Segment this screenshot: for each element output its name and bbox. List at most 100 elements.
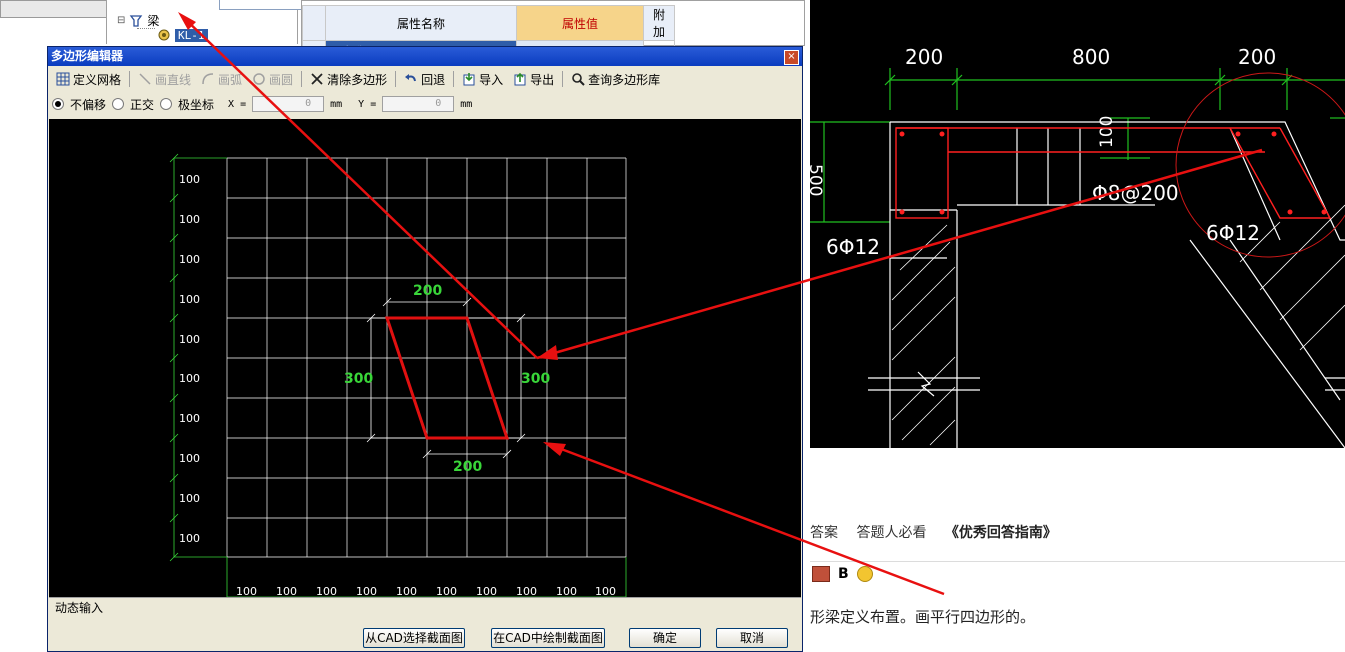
grid-col-label: 100 — [236, 585, 257, 597]
emoji-icon[interactable] — [856, 566, 873, 582]
close-button[interactable]: × — [784, 50, 799, 65]
collapse-icon[interactable]: ⊟ — [117, 15, 125, 26]
property-grid: 属性名称 属性值 附加 1 名称 KL-1 — [301, 0, 805, 62]
link-must-read[interactable]: 答题人必看 — [856, 525, 926, 541]
beam-folder-icon — [130, 14, 143, 27]
query-library-button[interactable]: 查询多边形库 — [567, 69, 664, 89]
clear-polygon-button[interactable]: 清除多边形 — [306, 69, 391, 89]
tree-item-label: KL-1 — [175, 28, 208, 42]
grid-row-label: 100 — [179, 333, 200, 346]
cad-rebar-red — [895, 72, 1345, 258]
clear-x-icon — [311, 73, 323, 85]
cad-rebar-label: 6Φ12 — [1206, 221, 1260, 245]
cad-stirrup-label: Φ8@200 — [1092, 181, 1179, 205]
header-index-cell — [302, 5, 326, 41]
component-gear-icon — [158, 29, 170, 41]
x-label: X = — [228, 98, 247, 110]
grid-col-labels: 100 100 100 100 100 100 100 100 100 100 — [236, 585, 616, 598]
toolbar-separator — [129, 71, 131, 87]
editor-toolbar-main: 定义网格 画直线 画弧 画圆 清除多边形 回退 导入 导出 查询多边形库 — [52, 68, 664, 90]
polygon-dimension-lines — [366, 297, 526, 459]
component-tree: ⊟ 梁 KL-1 — [106, 0, 395, 44]
header-name-cell: 属性名称 — [325, 5, 517, 41]
grid-col-label: 100 — [436, 585, 457, 597]
import-button[interactable]: 导入 — [458, 69, 507, 89]
draw-in-cad-button[interactable]: 在CAD中绘制截面图 — [491, 628, 605, 648]
header-extra-cell: 附加 — [643, 5, 675, 41]
draw-arc-button[interactable]: 画弧 — [197, 69, 246, 89]
status-bar: 动态输入 — [49, 597, 801, 617]
grid-row-label: 100 — [179, 293, 200, 306]
grid-row-label: 100 — [179, 372, 200, 385]
dimension-left-label: 300 — [344, 371, 373, 387]
import-icon — [463, 73, 475, 86]
no-offset-radio[interactable] — [52, 98, 64, 110]
toolbar-separator — [301, 71, 303, 87]
x-coordinate-input[interactable]: 0 — [252, 96, 325, 112]
search-icon — [572, 73, 585, 86]
line-icon — [139, 73, 151, 85]
orthogonal-radio[interactable] — [112, 98, 125, 110]
toolbar-separator — [562, 71, 564, 87]
undo-label: 回退 — [421, 72, 446, 87]
grid-row-labels: 100 100 100 100 100 100 100 100 100 100 — [179, 173, 200, 545]
y-unit: mm — [460, 98, 473, 110]
toolbar-separator — [453, 71, 455, 87]
cad-hatching — [891, 204, 1345, 446]
draw-line-button[interactable]: 画直线 — [134, 69, 195, 89]
draw-line-label: 画直线 — [155, 72, 192, 87]
property-grid-header: 属性名称 属性值 附加 — [302, 5, 675, 41]
no-offset-label: 不偏移 — [70, 97, 107, 112]
define-grid-label: 定义网格 — [73, 72, 122, 87]
grid-col-label: 100 — [476, 585, 497, 597]
bold-button[interactable]: B — [838, 566, 849, 582]
answer-text: 形梁定义布置。画平行四边形的。 — [810, 608, 1036, 626]
polygon-drawing-canvas[interactable]: 100 100 100 100 100 100 100 100 100 100 … — [49, 119, 801, 598]
x-unit: mm — [330, 98, 343, 110]
image-icon[interactable] — [812, 566, 830, 582]
tree-node-label: 梁 — [147, 14, 160, 28]
export-label: 导出 — [530, 72, 555, 87]
clear-polygon-label: 清除多边形 — [327, 72, 388, 87]
select-from-cad-button[interactable]: 从CAD选择截面图 — [363, 628, 465, 648]
grid-col-label: 100 — [595, 585, 616, 597]
import-label: 导入 — [479, 72, 504, 87]
link-answers[interactable]: 答案 — [810, 525, 838, 541]
grid-col-label: 100 — [516, 585, 537, 597]
grid-dimension-axes — [169, 153, 627, 598]
grid-row-label: 100 — [179, 412, 200, 425]
polar-radio[interactable] — [160, 98, 173, 110]
tree-node-kl1[interactable]: KL-1 — [157, 28, 208, 42]
y-label: Y = — [358, 98, 377, 110]
arc-icon — [202, 73, 214, 85]
undo-button[interactable]: 回退 — [400, 69, 449, 89]
ok-button[interactable]: 确定 — [629, 628, 701, 648]
grid-canvas[interactable]: 100 100 100 100 100 100 100 100 100 100 … — [49, 119, 801, 598]
grid-icon — [56, 72, 70, 86]
grid-col-label: 100 — [556, 585, 577, 597]
tree-node-beam[interactable]: ⊟ 梁 — [117, 12, 159, 29]
polygon-editor-dialog: 多边形编辑器 × 定义网格 画直线 画弧 画圆 清除多边形 回退 导入 导出 查… — [47, 46, 803, 652]
draw-circle-button[interactable]: 画圆 — [248, 69, 297, 89]
export-button[interactable]: 导出 — [509, 69, 558, 89]
grid-row-label: 100 — [179, 253, 200, 266]
link-answer-guide[interactable]: 《优秀回答指南》 — [945, 525, 1057, 541]
parallelogram-shape[interactable] — [384, 316, 510, 440]
draw-arc-label: 画弧 — [218, 72, 243, 87]
dimension-right-label: 300 — [521, 371, 550, 387]
grid-col-label: 100 — [396, 585, 417, 597]
cad-dim-label: 100 — [1097, 116, 1117, 148]
define-grid-button[interactable]: 定义网格 — [52, 69, 125, 89]
y-coordinate-input[interactable]: 0 — [382, 96, 455, 112]
grid-col-label: 100 — [276, 585, 297, 597]
grid-col-label: 100 — [316, 585, 337, 597]
grid-row-label: 100 — [179, 532, 200, 545]
dynamic-input-label[interactable]: 动态输入 — [55, 601, 103, 615]
draw-circle-label: 画圆 — [269, 72, 294, 87]
dialog-title-bar[interactable]: 多边形编辑器 — [48, 47, 802, 66]
dimension-top-label: 200 — [413, 283, 442, 299]
cancel-button[interactable]: 取消 — [716, 628, 788, 648]
grid-row-label: 100 — [179, 213, 200, 226]
undo-icon — [405, 74, 417, 82]
background-toolbar-strip — [0, 0, 107, 18]
